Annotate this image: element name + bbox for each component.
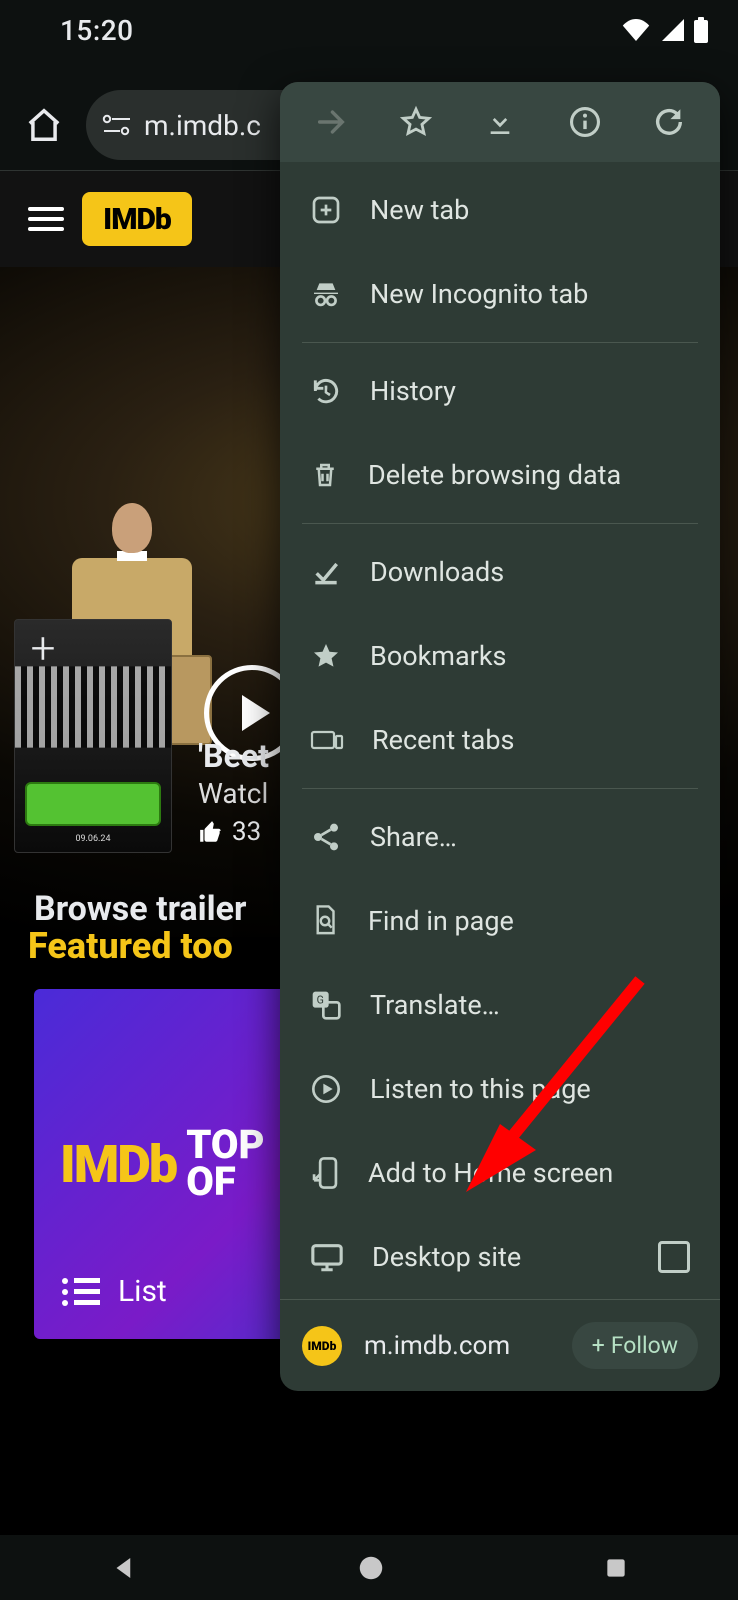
- download-button[interactable]: [463, 92, 537, 152]
- menu-find-in-page[interactable]: Find in page: [280, 879, 720, 963]
- nav-recents[interactable]: [603, 1555, 629, 1581]
- follow-button[interactable]: + Follow: [572, 1322, 698, 1369]
- list-icon: [60, 1276, 100, 1308]
- svg-text:G: G: [317, 994, 324, 1007]
- thumbs-up-icon: [198, 819, 224, 845]
- wifi-icon: [622, 19, 650, 41]
- status-bar: 15:20: [0, 0, 738, 60]
- like-count[interactable]: 33: [198, 817, 261, 847]
- star-icon: [310, 640, 342, 672]
- play-circle-icon: [310, 1073, 342, 1105]
- imdb-logo[interactable]: IMDb: [82, 192, 192, 246]
- new-tab-icon: [310, 194, 342, 226]
- incognito-icon: [310, 278, 342, 310]
- menu-share[interactable]: Share…: [280, 795, 720, 879]
- menu-desktop-site[interactable]: Desktop site: [280, 1215, 720, 1299]
- clock: 15:20: [60, 14, 134, 47]
- nav-home[interactable]: [356, 1553, 386, 1583]
- menu-translate[interactable]: G Translate…: [280, 963, 720, 1047]
- bookmark-star-button[interactable]: [379, 92, 453, 152]
- share-icon: [310, 821, 342, 853]
- add-to-watchlist-icon[interactable]: +: [21, 626, 65, 670]
- check-download-icon: [310, 556, 342, 588]
- chrome-home-button[interactable]: [20, 101, 68, 149]
- reload-button[interactable]: [632, 92, 706, 152]
- menu-new-tab[interactable]: New tab: [280, 168, 720, 252]
- menu-listen[interactable]: Listen to this page: [280, 1047, 720, 1131]
- site-domain: m.imdb.com: [364, 1331, 550, 1361]
- imdb-menu-button[interactable]: [28, 207, 64, 231]
- menu-add-to-home-screen[interactable]: Add to Home screen: [280, 1131, 720, 1215]
- menu-recent-tabs[interactable]: Recent tabs: [280, 698, 720, 782]
- desktop-site-checkbox[interactable]: [658, 1241, 690, 1273]
- plus-icon: +: [592, 1332, 605, 1359]
- history-icon: [310, 375, 342, 407]
- menu-bookmarks[interactable]: Bookmarks: [280, 614, 720, 698]
- nav-back[interactable]: [109, 1553, 139, 1583]
- menu-delete-browsing-data[interactable]: Delete browsing data: [280, 433, 720, 517]
- menu-downloads[interactable]: Downloads: [280, 530, 720, 614]
- system-navbar: [0, 1535, 738, 1600]
- recent-tabs-icon: [310, 726, 344, 754]
- translate-icon: G: [310, 989, 342, 1021]
- find-icon: [310, 904, 340, 938]
- forward-button[interactable]: [294, 92, 368, 152]
- site-favicon: IMDb: [302, 1326, 342, 1366]
- hero-subtitle: Watcl: [198, 777, 268, 810]
- page-info-button[interactable]: [548, 92, 622, 152]
- site-settings-icon[interactable]: [100, 113, 134, 137]
- add-to-home-icon: [310, 1156, 340, 1190]
- menu-incognito[interactable]: New Incognito tab: [280, 252, 720, 336]
- battery-icon: [694, 17, 708, 43]
- trash-icon: [310, 459, 340, 491]
- hero-title: 'Beet: [198, 737, 269, 775]
- poster[interactable]: + 09.06.24: [14, 619, 172, 853]
- signal-icon: [660, 19, 684, 41]
- chrome-overflow-menu: New tab New Incognito tab History Delete…: [280, 82, 720, 1391]
- menu-history[interactable]: History: [280, 349, 720, 433]
- desktop-icon: [310, 1242, 344, 1272]
